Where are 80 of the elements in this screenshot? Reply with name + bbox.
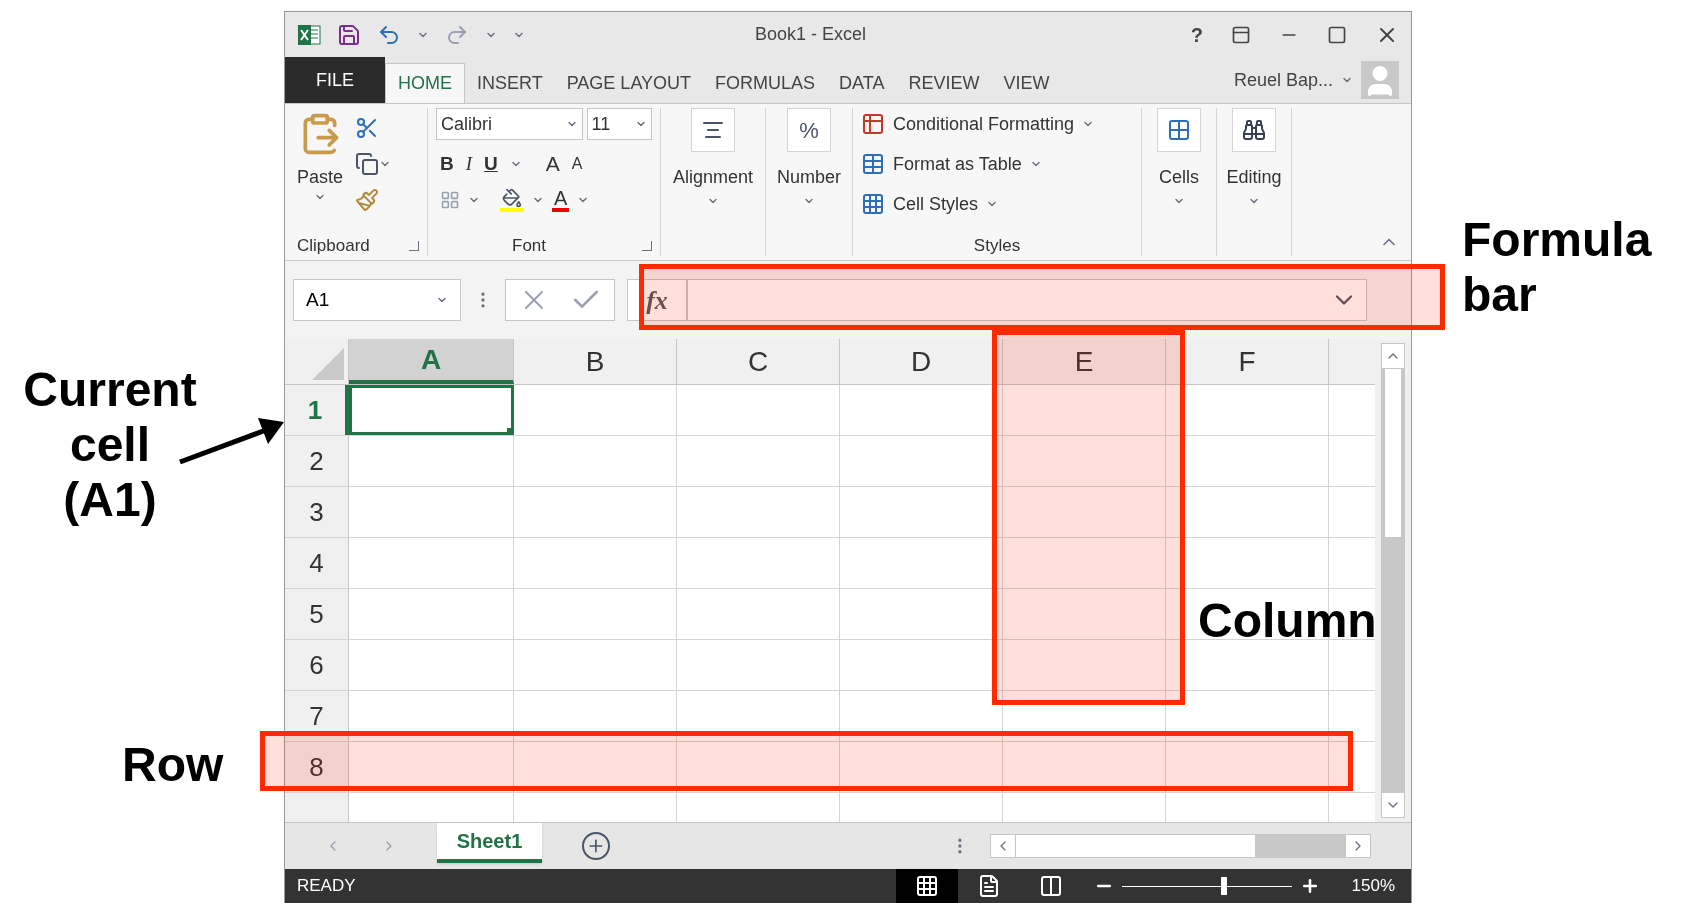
ribbon-tab[interactable]: HOME [385, 63, 465, 103]
styles-menu-button[interactable]: Format as Table [861, 148, 1133, 180]
zoom-slider[interactable] [1121, 876, 1292, 896]
ribbon-tab[interactable]: PAGE LAYOUT [554, 63, 704, 103]
column-header[interactable]: E [1003, 339, 1166, 384]
ribbon-tab[interactable]: INSERT [465, 63, 555, 103]
font-name-field[interactable]: Calibri [436, 108, 583, 140]
formula-input[interactable] [687, 279, 1367, 321]
font-color-button[interactable]: A [552, 187, 570, 212]
group-label: Styles [973, 235, 1021, 258]
scroll-thumb[interactable] [1014, 835, 1255, 857]
help-button[interactable]: ? [1190, 19, 1203, 50]
editing-button[interactable]: Editing [1222, 104, 1286, 260]
alignment-button[interactable]: Alignment [668, 104, 757, 260]
group-label: Font [512, 235, 547, 258]
row-header[interactable]: 2 [285, 436, 349, 486]
name-box[interactable]: A1 [293, 279, 461, 321]
bold-button[interactable]: B [440, 149, 454, 178]
ribbon-tab[interactable]: DATA [827, 63, 897, 103]
spreadsheet-logo-icon [297, 22, 321, 47]
ribbon-tab[interactable]: REVIEW [896, 63, 992, 103]
active-cell[interactable] [349, 385, 514, 435]
font-size-field[interactable]: 11 [586, 108, 652, 140]
file-tab[interactable]: FILE [285, 57, 385, 103]
annotation-label: Column [1198, 593, 1377, 649]
page-break-icon [1038, 874, 1063, 898]
grid-icon [1167, 118, 1191, 142]
column-header[interactable]: A [349, 339, 514, 384]
grid-icon [914, 874, 939, 898]
row-header[interactable]: 7 [285, 691, 349, 741]
row-header[interactable]: 3 [285, 487, 349, 537]
vertical-scrollbar[interactable] [1381, 343, 1405, 818]
binoculars-icon [1242, 118, 1266, 142]
row-header[interactable]: 4 [285, 538, 349, 588]
paste-button[interactable]: Paste [297, 112, 344, 232]
format-painter-icon[interactable] [355, 188, 380, 212]
dialog-launcher-icon[interactable] [642, 241, 652, 251]
row-header[interactable]: 5 [285, 589, 349, 639]
user-name[interactable]: Reuel Bap... [1233, 66, 1333, 94]
column-header[interactable]: F [1166, 339, 1329, 384]
insert-function-button[interactable]: fx [627, 279, 687, 321]
fill-handle[interactable] [507, 428, 514, 435]
ribbon-display-icon[interactable] [1231, 24, 1251, 45]
status-text: READY [296, 875, 357, 898]
row-header[interactable]: 6 [285, 640, 349, 690]
row-header[interactable]: 8 [285, 742, 349, 792]
column-header[interactable]: C [677, 339, 840, 384]
dialog-launcher-icon[interactable] [409, 241, 419, 251]
shrink-font-button[interactable]: A [571, 151, 583, 176]
grow-font-button[interactable]: A [545, 148, 560, 180]
table-icon [861, 152, 885, 176]
view-button[interactable] [895, 869, 958, 903]
italic-button[interactable]: I [465, 149, 473, 178]
copy-icon[interactable] [355, 152, 380, 176]
row-header[interactable]: 1 [285, 385, 349, 435]
add-sheet-icon[interactable] [582, 832, 611, 860]
zoom-level[interactable]: 150% [1335, 873, 1411, 899]
save-icon[interactable] [337, 22, 361, 47]
annotation-label: Row [122, 737, 224, 793]
ribbon-tab[interactable]: VIEW [991, 63, 1062, 103]
ribbon-tab[interactable]: FORMULAS [703, 63, 828, 103]
underline-button[interactable]: U [484, 149, 498, 178]
annotation-label: Current cell (A1) [22, 362, 198, 528]
number-button[interactable]: % Number [773, 104, 845, 260]
window-title: Book1 - Excel [755, 23, 867, 46]
column-header[interactable]: B [514, 339, 677, 384]
scroll-thumb[interactable] [1384, 368, 1402, 538]
group-label: Clipboard [297, 235, 370, 258]
cells-button[interactable]: Cells [1153, 104, 1205, 260]
horizontal-scrollbar[interactable] [989, 834, 1371, 858]
column-header[interactable]: D [840, 339, 1003, 384]
styles-menu-button[interactable]: Conditional Formatting [861, 108, 1133, 140]
annotation-label: Formula bar [1462, 212, 1653, 323]
fill-color-button[interactable] [500, 187, 524, 212]
maximize-icon[interactable] [1327, 24, 1347, 45]
sheet-tab[interactable]: Sheet1 [436, 823, 543, 863]
table-icon [861, 112, 885, 136]
borders-icon[interactable] [440, 189, 460, 210]
styles-menu-button[interactable]: Cell Styles [861, 188, 1133, 220]
grid-icon [861, 192, 885, 216]
